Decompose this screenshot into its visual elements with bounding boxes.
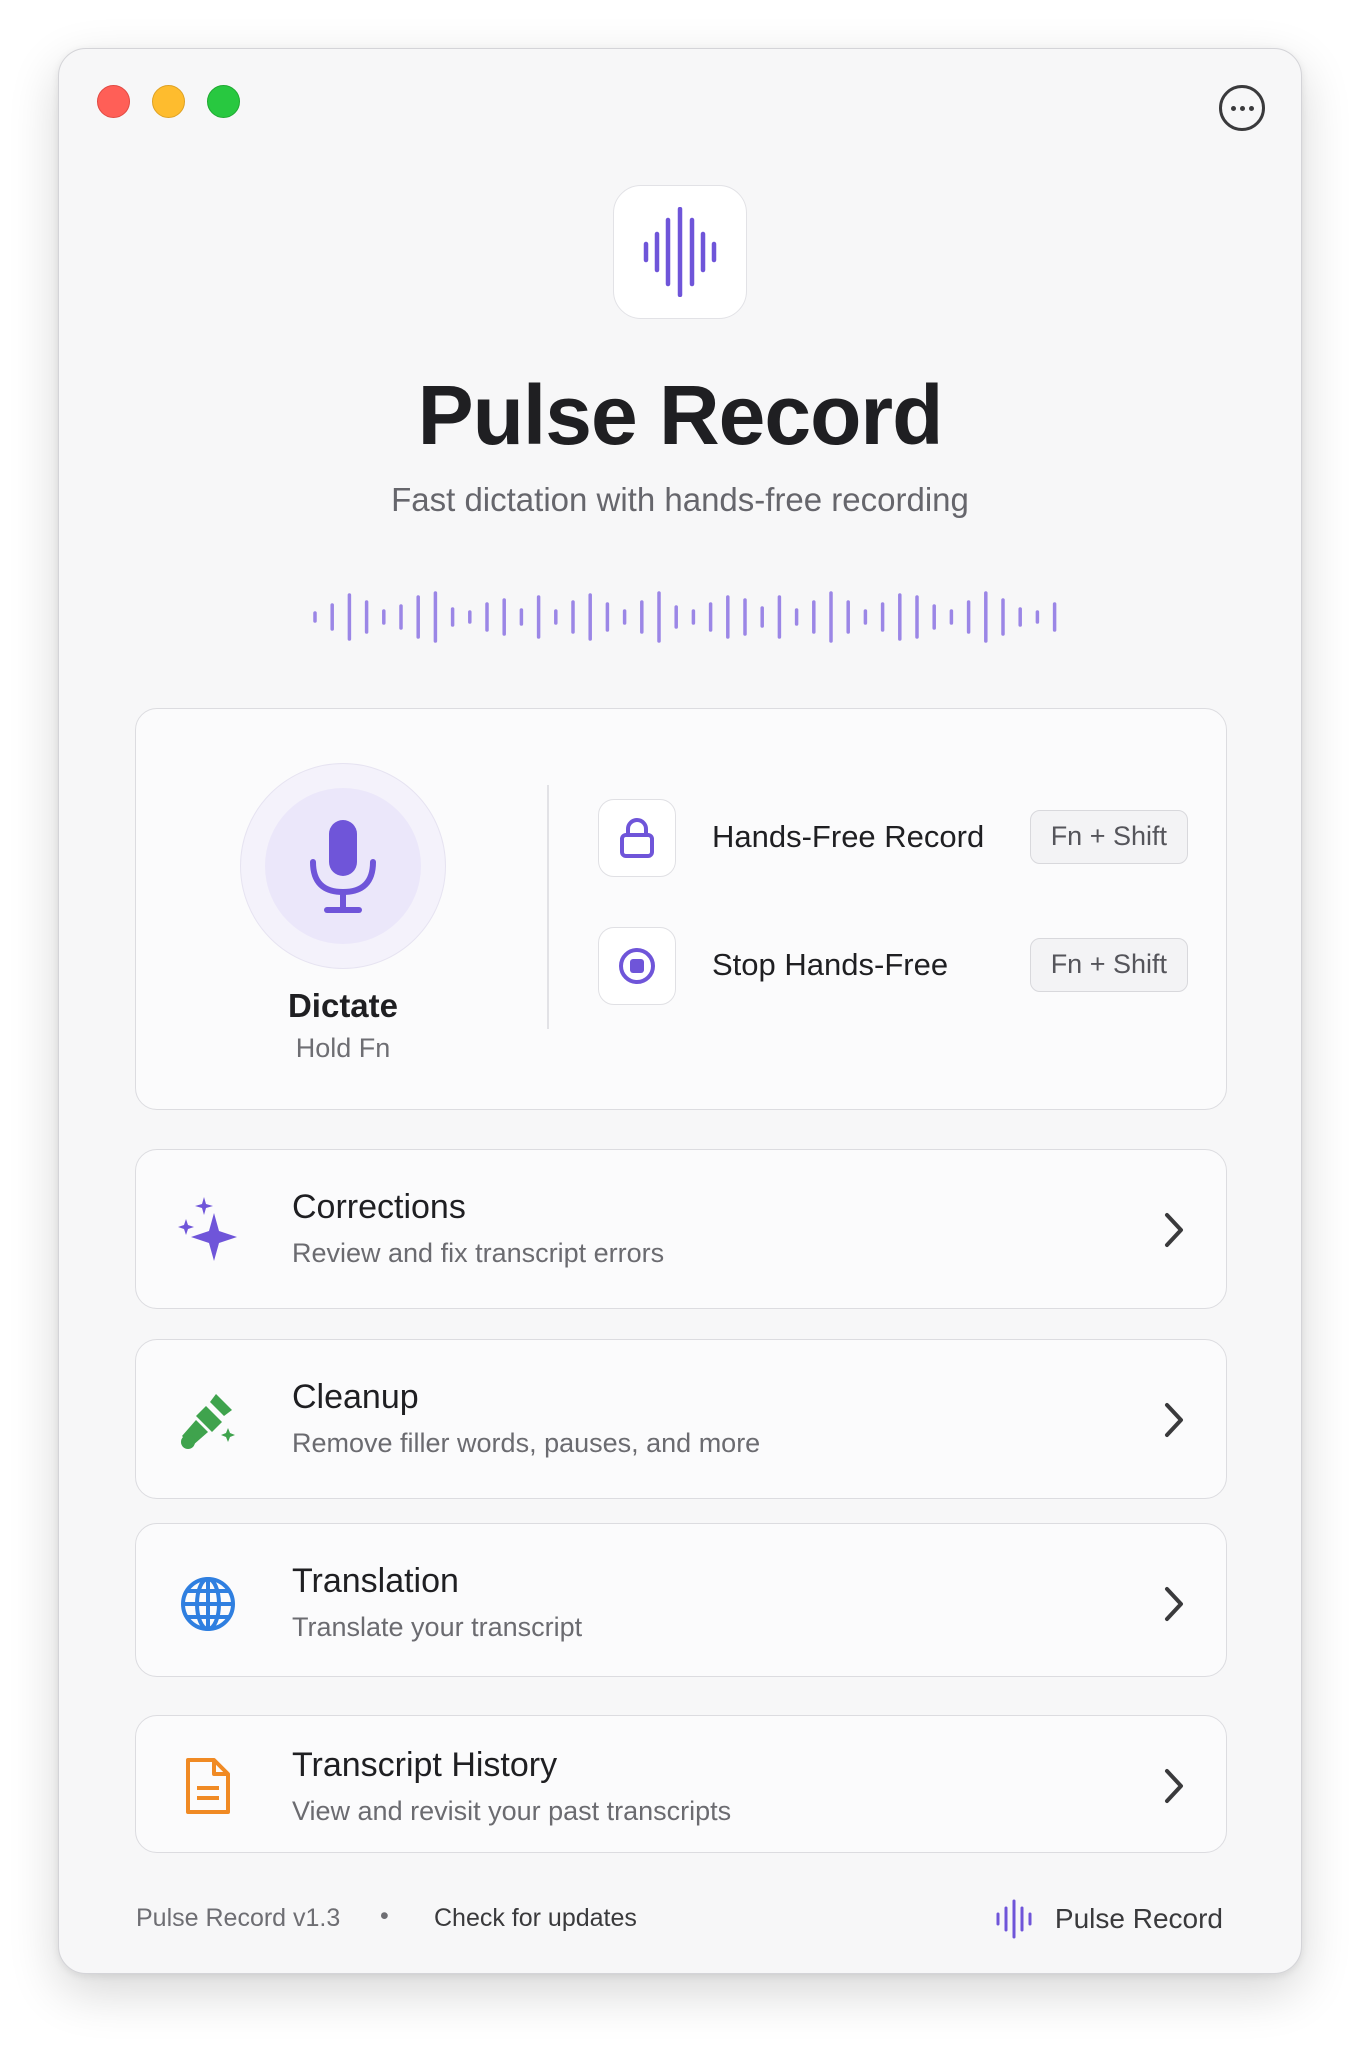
app-logo	[613, 185, 747, 319]
hands-free-record-shortcut: Fn + Shift	[1029, 810, 1188, 864]
dictate-shortcut-hint: Hold Fn	[295, 1033, 391, 1063]
chevron-right-icon	[1165, 1769, 1183, 1803]
chevron-right-icon	[1165, 1213, 1183, 1247]
dictate-label: Dictate	[287, 987, 399, 1024]
footer-brand-name: Pulse Record	[1054, 1903, 1223, 1934]
chevron-right-icon	[1165, 1403, 1183, 1437]
corrections-card[interactable]: Corrections Review and fix transcript er…	[135, 1149, 1227, 1309]
check-for-updates-link[interactable]: Check for updates	[434, 1904, 637, 1933]
stop-hands-free-shortcut: Fn + Shift	[1029, 938, 1188, 992]
cleanup-description: Remove filler words, pauses, and more	[292, 1428, 761, 1458]
ellipsis-icon	[1230, 105, 1236, 111]
hands-free-record-label: Hands-Free Record	[712, 819, 985, 854]
corrections-title: Corrections	[292, 1188, 466, 1226]
waveform-icon	[643, 207, 717, 297]
footer-separator: •	[380, 1902, 389, 1930]
stop-hands-free-label: Stop Hands-Free	[712, 947, 949, 982]
stop-icon	[619, 948, 655, 984]
waveform-icon	[996, 1899, 1032, 1939]
sparkles-icon	[178, 1197, 237, 1261]
version-label: Pulse Record v1.3	[136, 1904, 341, 1932]
corrections-description: Review and fix transcript errors	[292, 1238, 665, 1268]
dictate-button[interactable]	[240, 763, 446, 969]
window-controls	[97, 85, 240, 118]
zoom-window-button[interactable]	[207, 85, 240, 118]
close-window-button[interactable]	[97, 85, 130, 118]
footer-brand: Pulse Record	[995, 1899, 1223, 1939]
minimize-window-button[interactable]	[152, 85, 185, 118]
document-icon	[186, 1758, 230, 1814]
chevron-right-icon	[1165, 1587, 1183, 1621]
dictation-panel: Dictate Hold Fn Hands-Free Record Fn + S…	[135, 708, 1227, 1110]
transcript-history-card[interactable]: Transcript History View and revisit your…	[135, 1715, 1227, 1853]
app-subtitle: Fast dictation with hands-free recording	[391, 481, 969, 518]
app-window: Pulse Record Fast dictation with hands-f…	[58, 48, 1302, 1974]
app-title: Pulse Record	[417, 368, 944, 462]
translation-description: Translate your transcript	[292, 1612, 583, 1642]
globe-icon	[181, 1577, 235, 1631]
cleanup-card[interactable]: Cleanup Remove filler words, pauses, and…	[135, 1339, 1227, 1499]
translation-card[interactable]: Translation Translate your transcript	[135, 1523, 1227, 1677]
lock-icon	[620, 818, 654, 858]
panel-divider	[547, 785, 549, 1029]
transcript-history-description: View and revisit your past transcripts	[292, 1796, 732, 1826]
stop-hands-free-action[interactable]: Stop Hands-Free Fn + Shift	[598, 927, 1188, 1005]
broom-icon	[181, 1394, 235, 1449]
translation-title: Translation	[292, 1562, 459, 1600]
cleanup-title: Cleanup	[292, 1378, 419, 1416]
transcript-history-title: Transcript History	[292, 1746, 558, 1784]
microphone-icon	[310, 820, 376, 913]
more-options-button[interactable]	[1219, 85, 1265, 131]
audio-waveform	[313, 591, 1057, 643]
hands-free-record-action[interactable]: Hands-Free Record Fn + Shift	[598, 799, 1188, 877]
